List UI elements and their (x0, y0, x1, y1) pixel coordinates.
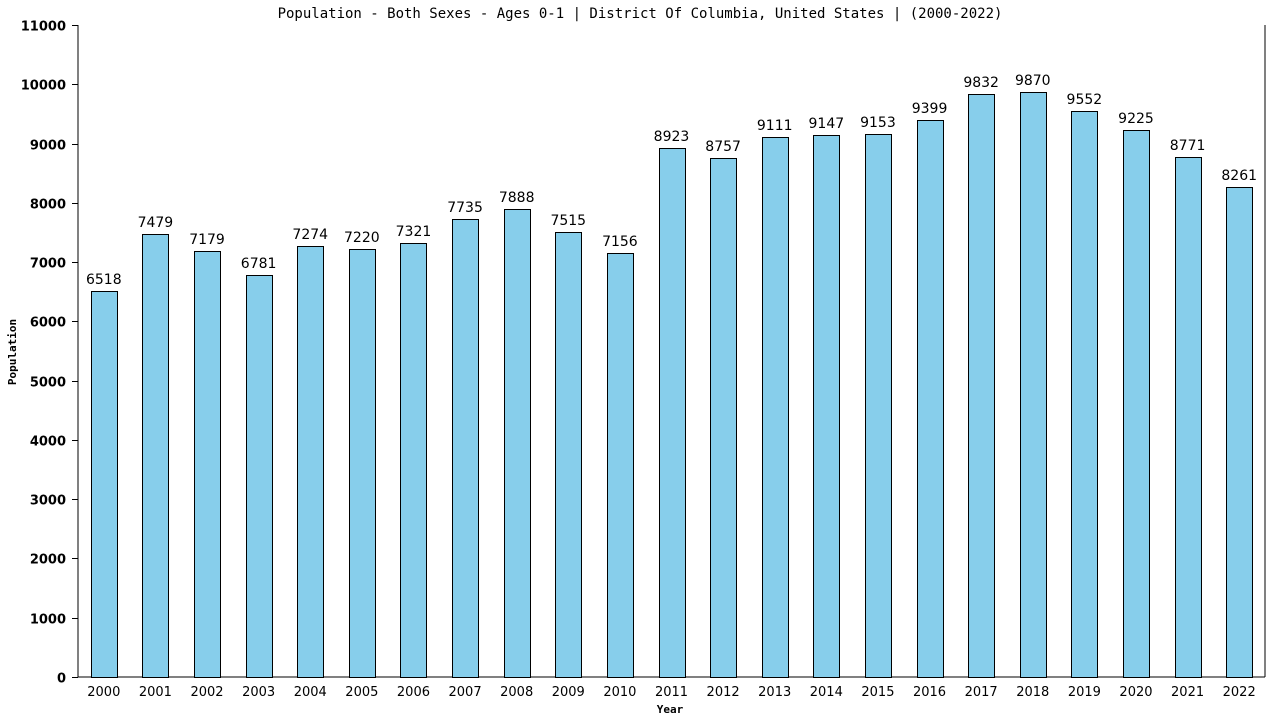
y-tick-label: 6000 (30, 316, 66, 331)
data-label-2012: 8757 (705, 139, 741, 155)
data-label-2009: 7515 (550, 213, 586, 229)
x-tick-label-2015: 2015 (861, 685, 894, 700)
bar-2009 (555, 232, 582, 678)
bar-2017 (968, 94, 995, 678)
bars-group (91, 92, 1253, 678)
data-label-2008: 7888 (499, 190, 535, 206)
y-tick-label: 1000 (30, 613, 66, 628)
bar-2021 (1175, 157, 1202, 678)
y-tick-label: 2000 (30, 553, 66, 568)
y-tick-label: 0 (57, 672, 66, 687)
y-tick-label: 5000 (30, 376, 66, 391)
data-label-2018: 9870 (1015, 73, 1051, 89)
bar-chart: Population - Both Sexes - Ages 0-1 | Dis… (6, 6, 1266, 716)
data-label-2007: 7735 (447, 200, 483, 216)
x-tick-label-2002: 2002 (190, 685, 223, 700)
x-tick-label-2013: 2013 (758, 685, 791, 700)
data-label-2005: 7220 (344, 230, 380, 246)
y-axis-label: Population (6, 319, 19, 385)
data-label-2017: 9832 (963, 75, 999, 91)
bar-2015 (865, 134, 892, 678)
data-label-2001: 7479 (138, 215, 174, 231)
x-tick-label-2005: 2005 (345, 685, 378, 700)
bar-2003 (246, 275, 273, 678)
x-tick-label-2014: 2014 (810, 685, 843, 700)
data-label-2020: 9225 (1118, 111, 1154, 127)
bar-2011 (659, 148, 686, 678)
x-tick-label-2010: 2010 (603, 685, 636, 700)
data-label-2014: 9147 (809, 116, 845, 132)
data-label-2016: 9399 (912, 101, 948, 117)
x-tick-label-2012: 2012 (707, 685, 740, 700)
bar-2006 (400, 243, 427, 678)
data-label-2004: 7274 (292, 227, 328, 243)
data-label-2010: 7156 (602, 234, 638, 250)
y-tick-label: 3000 (30, 494, 66, 509)
bar-2018 (1020, 92, 1047, 678)
bar-2007 (452, 219, 479, 678)
bar-2005 (349, 249, 376, 678)
x-tick-label-2018: 2018 (1016, 685, 1049, 700)
data-label-2013: 9111 (757, 118, 793, 134)
x-tick-label-2021: 2021 (1171, 685, 1204, 700)
bar-2010 (607, 253, 634, 678)
data-label-2015: 9153 (860, 115, 896, 131)
x-tick-label-2001: 2001 (139, 685, 172, 700)
x-tick-label-2011: 2011 (655, 685, 688, 700)
y-tick-label: 8000 (30, 198, 66, 213)
data-label-2021: 8771 (1170, 138, 1206, 154)
y-tick-label: 11000 (21, 20, 66, 35)
x-tick-label-2006: 2006 (397, 685, 430, 700)
bar-2019 (1071, 111, 1098, 678)
y-tick-label: 9000 (30, 139, 66, 154)
y-tick-label: 10000 (21, 79, 66, 94)
bar-2008 (504, 209, 531, 678)
bar-2022 (1226, 187, 1253, 678)
x-axis: 2000 2001 2002 2003 2004 2005 2006 2007 2008 2009… (78, 676, 1265, 700)
bar-2016 (917, 120, 944, 678)
bar-2012 (710, 158, 737, 678)
data-label-2019: 9552 (1067, 92, 1103, 108)
y-tick-label: 7000 (30, 257, 66, 272)
x-tick-label-2008: 2008 (500, 685, 533, 700)
data-label-2002: 7179 (189, 232, 225, 248)
bar-2002 (194, 251, 221, 678)
data-label-2003: 6781 (241, 256, 277, 272)
bar-2014 (813, 135, 840, 678)
x-axis-label: Year (657, 703, 684, 716)
x-tick-label-2003: 2003 (242, 685, 275, 700)
bar-2004 (297, 246, 324, 678)
x-tick-label-2009: 2009 (552, 685, 585, 700)
bar-2001 (142, 234, 169, 678)
bar-2013 (762, 137, 789, 678)
data-label-2022: 8261 (1221, 168, 1257, 184)
x-tick-label-2022: 2022 (1223, 685, 1256, 700)
x-tick-label-2017: 2017 (965, 685, 998, 700)
y-tick-label: 4000 (30, 435, 66, 450)
data-label-2011: 8923 (654, 129, 690, 145)
bar-2020 (1123, 130, 1150, 678)
x-tick-label-2000: 2000 (87, 685, 120, 700)
chart-title: Population - Both Sexes - Ages 0-1 | Dis… (278, 6, 1003, 22)
data-label-2006: 7321 (396, 224, 432, 240)
bar-2000 (91, 291, 118, 678)
x-tick-label-2004: 2004 (294, 685, 327, 700)
x-tick-label-2016: 2016 (913, 685, 946, 700)
x-tick-label-2007: 2007 (449, 685, 482, 700)
x-tick-label-2020: 2020 (1119, 685, 1152, 700)
data-label-2000: 6518 (86, 272, 122, 288)
x-tick-label-2019: 2019 (1068, 685, 1101, 700)
